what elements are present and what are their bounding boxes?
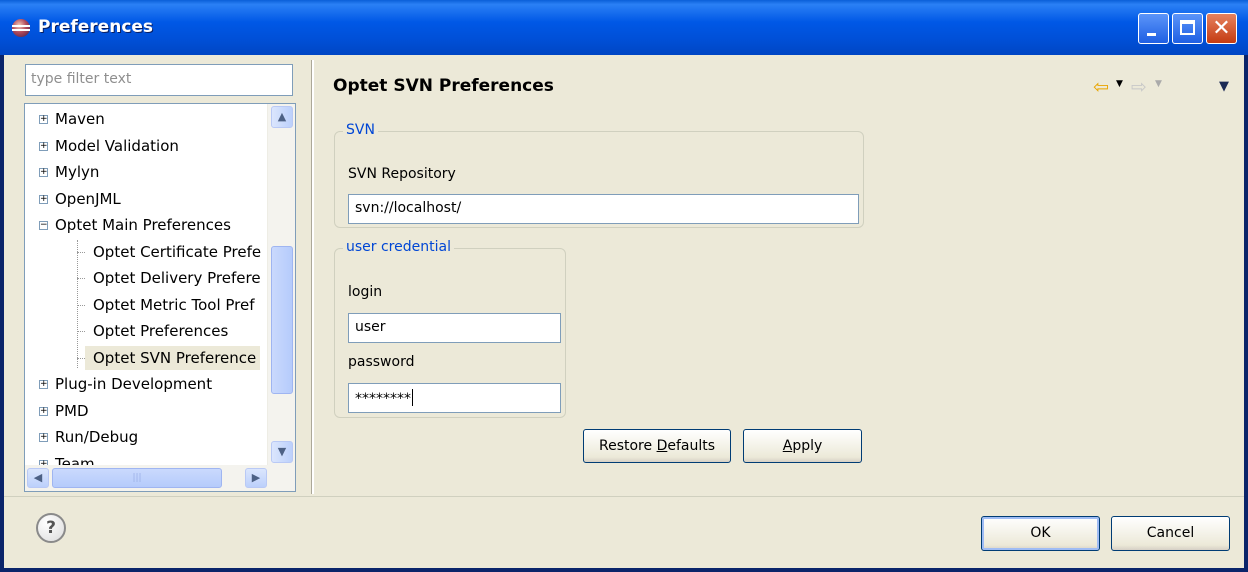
expand-icon[interactable]: +: [39, 433, 48, 442]
tree-connector: [77, 357, 85, 359]
tree-item[interactable]: + Mylyn: [35, 160, 103, 184]
maximize-icon: [1180, 20, 1195, 35]
eclipse-icon: [12, 19, 30, 37]
forward-dropdown-icon: ▼: [1155, 79, 1162, 89]
expand-icon[interactable]: +: [39, 406, 48, 416]
tree-vertical-scrollbar[interactable]: ▲ ▼: [267, 104, 295, 465]
tree-item[interactable]: Optet Metric Tool Pref: [77, 293, 259, 317]
tree-item-label: Optet Delivery Prefere: [93, 269, 261, 287]
svn-group-legend: SVN: [343, 122, 378, 138]
minimize-icon: [1147, 33, 1156, 36]
title-bar[interactable]: Preferences ✕: [0, 0, 1248, 55]
expand-icon[interactable]: +: [39, 380, 48, 389]
ok-button[interactable]: OK: [981, 516, 1100, 551]
window-title: Preferences: [38, 17, 154, 37]
restore-defaults-mnemonic: D: [656, 438, 668, 454]
vertical-scroll-thumb[interactable]: [271, 246, 293, 394]
help-icon[interactable]: ?: [36, 513, 66, 543]
password-input[interactable]: ********: [348, 383, 561, 413]
view-menu-icon[interactable]: ▼: [1219, 79, 1229, 94]
expand-icon[interactable]: +: [39, 194, 48, 204]
arrow-right-icon: ⇨: [1131, 76, 1147, 98]
expand-icon[interactable]: +: [39, 115, 48, 124]
tree-guide-line: [77, 240, 78, 368]
tree-item[interactable]: Optet SVN Preference: [77, 345, 261, 370]
preference-tree: + Maven + Model Validation + Mylyn + OpenJML − Op…: [24, 103, 296, 492]
password-label: password: [348, 354, 415, 370]
minimize-button[interactable]: [1138, 13, 1169, 44]
login-input[interactable]: user: [348, 313, 561, 343]
password-value: ********: [355, 391, 411, 407]
footer-separator: [4, 496, 1244, 497]
text-caret: [412, 389, 413, 406]
tree-item[interactable]: Optet Certificate Prefe: [77, 240, 265, 264]
restore-defaults-label-part2: efaults: [667, 438, 716, 454]
tree-item-label: PMD: [55, 401, 89, 420]
tree-connector: [77, 278, 85, 279]
credential-group-legend: user credential: [343, 239, 454, 255]
tree-item[interactable]: + Maven: [35, 107, 109, 131]
tree-item[interactable]: Optet Preferences: [77, 319, 232, 343]
tree-connector: [77, 251, 85, 253]
scroll-down-icon[interactable]: ▼: [271, 441, 293, 463]
tree-item-label: Maven: [55, 110, 105, 128]
maximize-button[interactable]: [1172, 13, 1203, 44]
apply-label: pply: [792, 438, 823, 454]
page-header: Optet SVN Preferences ⇦ ▼ ⇨ ▼ ▼: [314, 64, 1244, 110]
expand-icon[interactable]: +: [39, 141, 48, 151]
close-button[interactable]: ✕: [1206, 13, 1237, 44]
svn-repository-input[interactable]: svn://localhost/: [348, 194, 859, 224]
tree-item-label: Optet Main Preferences: [55, 216, 231, 234]
svn-repository-label: SVN Repository: [348, 166, 456, 182]
expand-icon[interactable]: +: [39, 168, 48, 177]
collapse-icon[interactable]: −: [39, 221, 48, 230]
restore-defaults-label-part1: Restore: [598, 438, 657, 454]
scroll-right-icon[interactable]: ▶: [245, 468, 267, 488]
scroll-left-icon[interactable]: ◀: [27, 468, 49, 488]
tree-item-label: Mylyn: [55, 163, 100, 181]
restore-defaults-button[interactable]: Restore Defaults: [583, 429, 731, 463]
cancel-button[interactable]: Cancel: [1111, 516, 1230, 551]
back-dropdown-icon[interactable]: ▼: [1116, 79, 1123, 89]
login-label: login: [348, 284, 383, 300]
tree-item-label: Optet Certificate Prefe: [93, 242, 262, 261]
tree-item-label: Optet SVN Preference: [93, 348, 257, 367]
tree-item-label: Optet Preferences: [93, 322, 229, 340]
page-title: Optet SVN Preferences: [333, 76, 554, 96]
tree-connector: [77, 331, 85, 332]
scroll-up-icon[interactable]: ▲: [271, 106, 293, 128]
tree-item[interactable]: + Plug-in Development: [35, 372, 216, 396]
tree-item[interactable]: − Optet Main Preferences: [35, 213, 235, 237]
tree-item[interactable]: + OpenJML: [35, 187, 125, 211]
close-icon: ✕: [1212, 16, 1231, 41]
tree-horizontal-scrollbar[interactable]: ◀ ||| ▶: [25, 465, 295, 491]
horizontal-scroll-thumb[interactable]: |||: [52, 468, 222, 488]
filter-input[interactable]: type filter text: [25, 64, 293, 96]
apply-button[interactable]: Apply: [743, 429, 862, 463]
tree-item-label: Run/Debug: [55, 428, 139, 446]
tree-item[interactable]: Optet Delivery Prefere: [77, 266, 265, 290]
tree-item-label: Plug-in Development: [55, 375, 213, 393]
tree-connector: [77, 304, 85, 306]
apply-mnemonic: A: [782, 438, 793, 454]
pane-divider[interactable]: [311, 60, 314, 494]
tree-item-label: OpenJML: [55, 189, 121, 208]
arrow-left-icon[interactable]: ⇦: [1093, 76, 1109, 98]
tree-item[interactable]: + Model Validation: [35, 134, 183, 158]
tree-item[interactable]: + PMD: [35, 399, 93, 423]
tree-item-label: Optet Metric Tool Pref: [93, 295, 255, 314]
tree-item[interactable]: + Run/Debug: [35, 425, 142, 449]
tree-item-label: Model Validation: [55, 136, 179, 155]
